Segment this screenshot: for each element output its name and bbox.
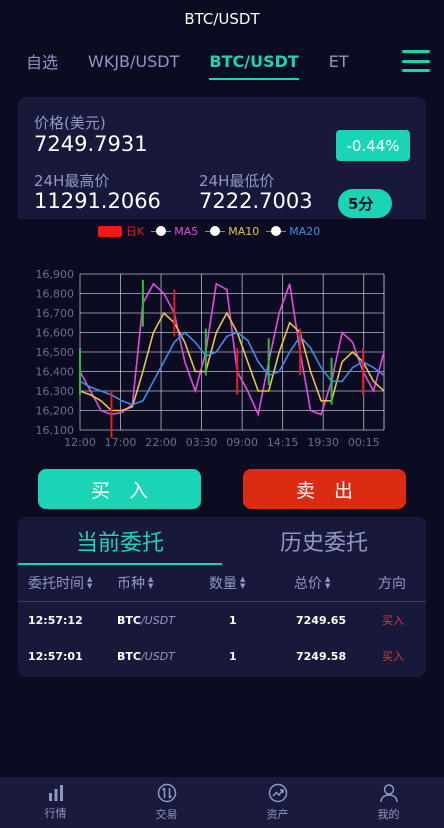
order-time: 12:57:12 [28,613,83,627]
low-price: 7222.7003 [199,189,313,213]
y-tick-label: 16,300 [36,385,75,398]
price-card: 价格(美元) 7249.7931 -0.44% 24H最高价 11291.206… [18,97,426,219]
tab-favorites[interactable]: 自选 [26,38,58,84]
order-qty: 1 [229,649,237,663]
y-tick-label: 16,200 [36,405,75,418]
interval-selector[interactable]: 5分 [338,189,392,218]
nav-profile[interactable]: 我的 [333,777,444,828]
sell-button[interactable]: 卖 出 [243,469,406,509]
swap-icon [157,783,176,803]
nav-trade-label: 交易 [155,808,178,821]
nav-market[interactable]: 行情 [0,777,111,828]
x-tick-label: 12:00 [64,436,96,449]
low-label: 24H最低价 [199,172,275,190]
x-tick-label: 17:00 [105,436,137,449]
buy-button[interactable]: 买 入 [38,469,201,509]
legend-ma5[interactable]: MA5 [151,225,198,238]
user-icon [379,784,398,803]
col-total[interactable]: 总价 ▲ ▼ [294,573,330,593]
x-tick-label: 00:15 [348,436,380,449]
y-tick-label: 16,600 [36,327,75,340]
y-tick-label: 16,700 [36,307,75,320]
order-coin: BTC/USDT [117,602,175,638]
ma10-marker [205,226,226,236]
ma5-marker [151,226,172,236]
nav-assets[interactable]: 资产 [222,777,333,828]
col-coin-label: 币种 [117,576,145,592]
change-badge: -0.44% [336,130,410,161]
order-direction: 买入 [382,650,404,663]
nav-assets-label: 资产 [266,808,289,821]
legend-ma5-label: MA5 [174,224,199,238]
col-time[interactable]: 委托时间 ▲ ▼ [28,573,92,593]
col-direction: 方向 [378,573,406,593]
order-coin: BTC/USDT [117,638,175,674]
legend-ma20[interactable]: MA20 [266,225,320,238]
x-tick-label: 09:00 [226,436,258,449]
legend-ma10[interactable]: MA10 [205,225,259,238]
orders-tabs: 当前委托 历史委托 [18,517,426,565]
price-chart[interactable]: 16,900 16,800 16,700 16,600 16,500 16,400 16,3… [0,262,444,452]
tab-et[interactable]: ET [329,38,349,84]
sort-icon: ▲ ▼ [87,575,93,590]
x-tick-label: 19:30 [307,436,339,449]
order-time: 12:57:01 [28,649,83,663]
chart-legend: 日K MA5 MA10 MA20 [98,224,327,238]
order-coin-unit: /USDT [140,649,175,663]
legend-kline-label: 日K [126,225,145,238]
order-coin-unit: /USDT [140,613,175,627]
col-direction-label: 方向 [378,576,406,592]
col-total-label: 总价 [294,576,322,592]
nav-profile-label: 我的 [377,808,400,821]
col-qty-label: 数量 [209,576,237,592]
high-label: 24H最高价 [34,172,110,190]
table-row[interactable]: 12:57:01 BTC/USDT 1 7249.58 买入 [18,638,426,674]
nav-trade[interactable]: 交易 [111,777,222,828]
sort-icon: ▲ ▼ [148,575,154,590]
window-title: BTC/USDT [184,10,260,28]
series-line-ma20 [79,331,385,406]
x-tick-label: 22:00 [145,436,177,449]
nav-market-label: 行情 [44,807,67,820]
y-tick-label: 16,800 [36,288,75,301]
ma20-marker [266,226,287,236]
tab-current-orders[interactable]: 当前委托 [18,517,222,565]
legend-ma10-label: MA10 [228,224,260,238]
x-tick-label: 03:30 [186,436,218,449]
y-tick-label: 16,900 [36,268,75,281]
order-direction: 买入 [382,614,404,627]
bottom-nav: 行情 交易 资产 我的 [0,777,444,828]
price-label: 价格(美元) [34,114,106,132]
orders-panel: 当前委托 历史委托 委托时间 ▲ ▼ 币种 ▲ ▼ 数量 ▲ ▼ 总价 ▲ ▼ 方向 12:57… [18,517,426,677]
order-total: 7249.58 [296,649,347,663]
sort-icon: ▲ ▼ [325,575,331,590]
kline-swatch [98,225,122,237]
orders-header: 委托时间 ▲ ▼ 币种 ▲ ▼ 数量 ▲ ▼ 总价 ▲ ▼ 方向 [18,565,426,602]
menu-icon[interactable] [402,50,430,72]
sort-icon: ▲ ▼ [240,575,246,590]
col-qty[interactable]: 数量 ▲ ▼ [209,573,245,593]
tab-wkjb-usdt[interactable]: WKJB/USDT [88,38,179,84]
y-tick-label: 16,500 [36,346,75,359]
legend-ma20-label: MA20 [289,224,321,238]
order-qty: 1 [229,613,237,627]
x-tick-label: 14:15 [267,436,299,449]
high-price: 11291.2066 [34,189,161,213]
table-row[interactable]: 12:57:12 BTC/USDT 1 7249.65 买入 [18,602,426,638]
current-price: 7249.7931 [34,132,148,156]
col-coin[interactable]: 币种 ▲ ▼ [117,573,153,593]
y-tick-label: 16,400 [36,366,75,379]
series-line-ma5 [79,282,385,418]
legend-kline[interactable]: 日K [98,223,144,239]
tab-history-orders[interactable]: 历史委托 [222,517,426,565]
market-tabs: 自选 WKJB/USDT BTC/USDT ET [0,38,444,84]
col-time-label: 委托时间 [28,576,84,592]
order-total: 7249.65 [296,613,347,627]
order-coin-symbol: BTC [117,649,141,663]
trend-icon [268,783,287,803]
chart-bars-icon [48,785,63,801]
tab-btc-usdt[interactable]: BTC/USDT [209,38,300,84]
order-coin-symbol: BTC [117,613,141,627]
